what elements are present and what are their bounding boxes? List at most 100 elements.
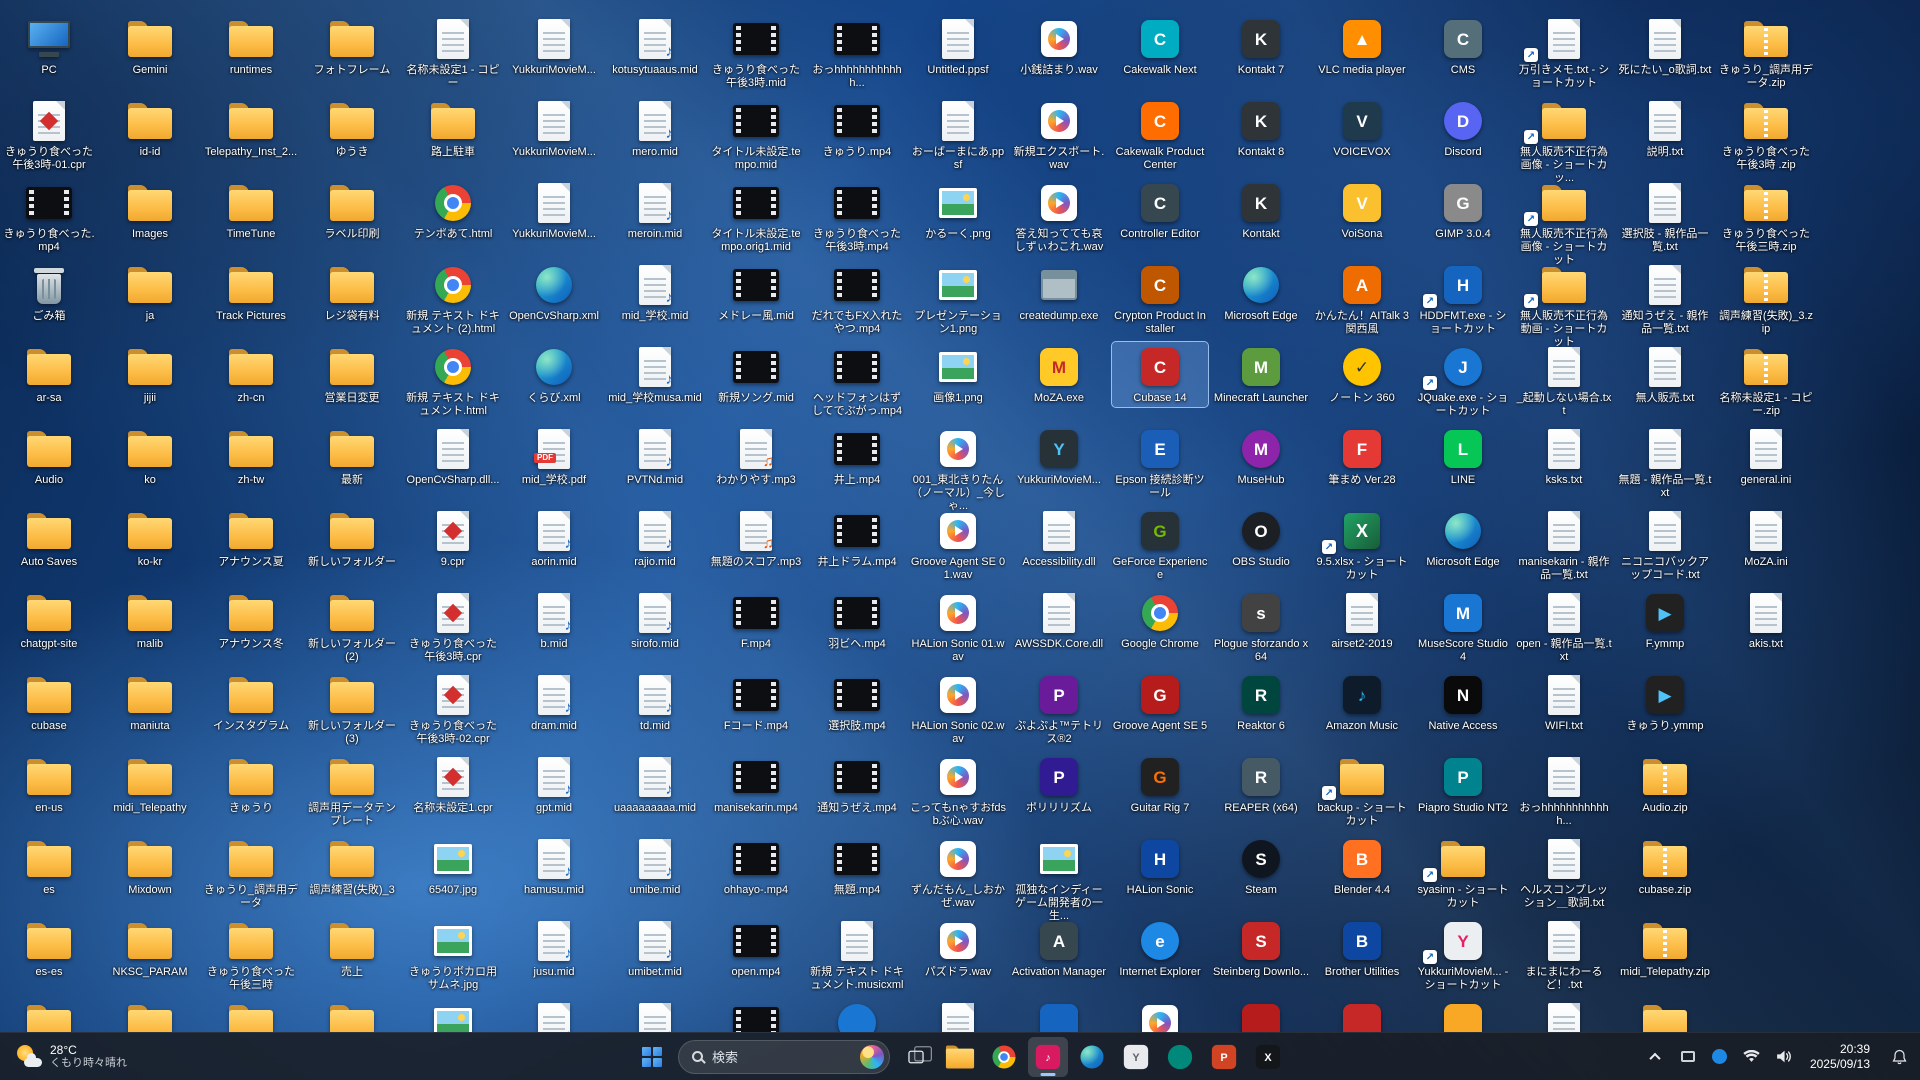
desktop-icon[interactable]: きゅうりボカロ用サムネ.jpg [405,916,501,994]
desktop-icon[interactable] [405,998,501,1032]
desktop-icon[interactable]: Auto Saves [1,506,97,571]
desktop-icon[interactable]: YukkuriMovieM... [506,96,602,161]
desktop-icon[interactable]: malib [102,588,198,653]
desktop-icon[interactable]: createdump.exe [1011,260,1107,325]
desktop-icon[interactable]: es [1,834,97,899]
taskbar-app-active-media-app[interactable]: ♪ [1028,1036,1068,1077]
weather-widget[interactable]: 28°C くもり時々晴れ [6,1033,137,1080]
desktop-icon[interactable]: ▶ きゅうり.ymmp [1617,670,1713,735]
desktop-icon[interactable]: Track Pictures [203,260,299,325]
desktop-icon[interactable]: F 筆まめ Ver.28 [1314,424,1410,489]
desktop-icon[interactable]: ↗ 無人販売不正行為画像 - ショートカッ... [1516,96,1612,187]
desktop-icon[interactable]: アナウンス冬 [203,588,299,653]
desktop-icon[interactable]: Microsoft Edge [1415,506,1511,571]
desktop-icon[interactable]: かるーく.png [910,178,1006,243]
taskbar-app-task-view[interactable] [896,1037,936,1077]
desktop-icon[interactable]: フォトフレーム [304,14,400,79]
desktop-icon[interactable]: ♪ aorin.mid [506,506,602,571]
desktop-icon[interactable]: C Controller Editor [1112,178,1208,243]
desktop-icon[interactable]: ↗ 無人販売不正行為動画 - ショートカット [1516,260,1612,351]
desktop-icon[interactable]: OpenCvSharp.xml [506,260,602,325]
desktop-icon[interactable]: Audio [1,424,97,489]
desktop-icon[interactable]: Microsoft Edge [1213,260,1309,325]
desktop-icon[interactable]: 無人販売.txt [1617,342,1713,407]
desktop-icon[interactable]: ✓ ノートン 360 [1314,342,1410,407]
desktop-icon[interactable]: 新しいフォルダー [304,506,400,571]
tray-app-window[interactable] [1678,1037,1698,1077]
desktop-icon[interactable]: 井上ドラム.mp4 [809,506,905,571]
desktop-icon[interactable]: 新しいフォルダー (2) [304,588,400,666]
desktop-icon[interactable]: 路上駐車 [405,96,501,161]
desktop-icon[interactable] [1415,998,1511,1032]
desktop-icon[interactable]: 答え知ってても哀しずぃわこれ.wav [1011,178,1107,256]
desktop-icon[interactable] [1112,998,1208,1032]
desktop-icon[interactable]: M Minecraft Launcher [1213,342,1309,407]
desktop-icon[interactable]: K Kontakt [1213,178,1309,243]
desktop-icon[interactable]: ko [102,424,198,489]
desktop-icon[interactable] [1,998,97,1032]
desktop-icon[interactable]: 65407.jpg [405,834,501,899]
taskbar-app-edge[interactable] [1072,1037,1112,1077]
desktop-icon[interactable] [809,998,905,1032]
desktop-icon[interactable]: NKSC_PARAM [102,916,198,981]
desktop-icon[interactable]: G GIMP 3.0.4 [1415,178,1511,243]
desktop-icon[interactable]: E Epson 接続診断ツール [1112,424,1208,502]
desktop-icon[interactable]: ♪ dram.mid [506,670,602,735]
desktop-icon[interactable]: 新規 テキスト ドキュメント.musicxml [809,916,905,994]
network-status[interactable] [1742,1037,1762,1077]
desktop-icon[interactable]: 通知うぜえ - 親作品一覧.txt [1617,260,1713,338]
desktop-icon[interactable]: zh-tw [203,424,299,489]
desktop-icon[interactable]: Y ↗ YukkuriMovieM... - ショートカット [1415,916,1511,994]
desktop-icon[interactable]: 売上 [304,916,400,981]
desktop-icon[interactable]: タイトル未設定.tempo.orig1.mid [708,178,804,256]
desktop-icon[interactable]: ♪ jusu.mid [506,916,602,981]
desktop-icon[interactable]: open.mp4 [708,916,804,981]
desktop-icon[interactable]: P ぷよぷよ™テトリス®2 [1011,670,1107,748]
desktop-icon[interactable]: 9.cpr [405,506,501,571]
desktop-icon[interactable]: G Guitar Rig 7 [1112,752,1208,817]
desktop-icon[interactable]: maniuta [102,670,198,735]
desktop-icon[interactable]: ♪ [506,998,602,1032]
desktop-icon[interactable]: K Kontakt 8 [1213,96,1309,161]
desktop-icon[interactable]: jijii [102,342,198,407]
desktop-icon[interactable]: P ポリリリズム [1011,752,1107,817]
desktop-icon[interactable]: G GeForce Experience [1112,506,1208,584]
desktop-icon[interactable] [1011,998,1107,1032]
desktop-icon[interactable] [1314,998,1410,1032]
desktop-icon[interactable]: ko-kr [102,506,198,571]
desktop-icon[interactable]: 羽ビヘ.mp4 [809,588,905,653]
taskbar-app-powerpoint[interactable]: P [1204,1037,1244,1077]
taskbar-app-light-app[interactable]: Y [1116,1037,1156,1077]
taskbar-app-file-explorer[interactable] [940,1037,980,1077]
desktop-icon[interactable]: 説明.txt [1617,96,1713,161]
desktop-icon[interactable]: ♪ b.mid [506,588,602,653]
desktop-icon[interactable]: 選択肢 - 親作品一覧.txt [1617,178,1713,256]
desktop-icon[interactable]: C Cakewalk Product Center [1112,96,1208,174]
desktop-icon[interactable]: こってもnゃすおfdsbぶ心.wav [910,752,1006,830]
desktop-icon[interactable]: Audio.zip [1617,752,1713,817]
desktop-icon[interactable]: まにまにわーるど！.txt [1516,916,1612,994]
desktop-icon[interactable]: 名称未設定1.cpr [405,752,501,817]
desktop-icon[interactable]: ♪ Amazon Music [1314,670,1410,735]
desktop-icon[interactable] [203,998,299,1032]
desktop-icon[interactable]: 画像1.png [910,342,1006,407]
desktop-icon[interactable]: manisekarin.mp4 [708,752,804,817]
taskbar-app-chrome[interactable] [984,1037,1024,1077]
desktop-icon[interactable]: zh-cn [203,342,299,407]
desktop-icon[interactable]: ksks.txt [1516,424,1612,489]
desktop-icon[interactable]: J ↗ JQuake.exe - ショートカット [1415,342,1511,420]
desktop-icon[interactable]: きゅうり食べった午後3時.mid [708,14,804,92]
desktop-icon[interactable]: ヘルスコンプレッション＿歌詞.txt [1516,834,1612,912]
desktop-icon[interactable]: 新規ソング.mid [708,342,804,407]
desktop-icon[interactable]: 無題 - 親作品一覧.txt [1617,424,1713,502]
desktop-icon[interactable]: C Crypton Product Installer [1112,260,1208,338]
desktop-icon[interactable]: ♫ わかりやす.mp3 [708,424,804,489]
desktop-icon[interactable]: TimeTune [203,178,299,243]
desktop-icon[interactable]: きゅうり.mp4 [809,96,905,161]
desktop-icon[interactable]: Untitled.ppsf [910,14,1006,79]
desktop-icon[interactable]: ♪ umibet.mid [607,916,703,981]
desktop-icon[interactable]: きゅうり食べった午後3時-01.cpr [1,96,97,174]
desktop-icon[interactable]: ♪ hamusu.mid [506,834,602,899]
desktop-icon[interactable]: ♪ sirofo.mid [607,588,703,653]
desktop-icon[interactable]: D Discord [1415,96,1511,161]
